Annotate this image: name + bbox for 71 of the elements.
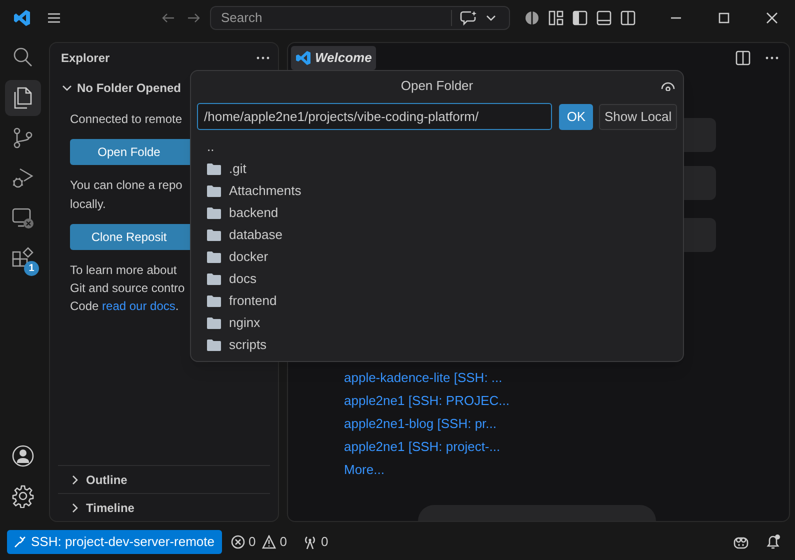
info-text: You can clone a repo locally.: [70, 177, 182, 213]
eye-icon[interactable]: [661, 81, 675, 91]
play-bug-icon: [11, 166, 35, 190]
settings-icon: [11, 484, 35, 508]
chevron-down-icon[interactable]: [62, 83, 72, 93]
ok-button[interactable]: OK: [559, 104, 594, 130]
ports-status[interactable]: 0: [302, 532, 328, 552]
folder-icon: [207, 317, 221, 329]
maximize-icon[interactable]: [718, 12, 730, 24]
layout-panels-icon[interactable]: [548, 10, 564, 26]
forward-arrow-icon[interactable]: [187, 12, 201, 24]
chevron-down-icon[interactable]: [486, 13, 496, 23]
section-header[interactable]: Timeline: [58, 493, 270, 521]
dialog-title: Open Folder: [400, 77, 474, 96]
folder-list-item[interactable]: backend: [191, 202, 683, 224]
folder-list-item[interactable]: Attachments: [191, 180, 683, 202]
panel-toggle-icon[interactable]: [596, 10, 612, 26]
folder-list-item[interactable]: docs: [191, 268, 683, 290]
app-logo-icon: [295, 50, 311, 66]
sidebar-toggle-icon[interactable]: [572, 10, 588, 26]
monitor-remote-icon: [11, 206, 35, 230]
account-icon: [11, 444, 35, 468]
folder-icon: [207, 273, 221, 285]
error-icon: [230, 535, 244, 549]
menu-icon[interactable]: [47, 12, 61, 24]
remote-icon: [14, 536, 26, 548]
folder-icon: [207, 339, 221, 351]
more-link[interactable]: More...: [344, 458, 510, 481]
chevron-right-icon[interactable]: [70, 474, 80, 484]
antenna-icon: [302, 535, 317, 549]
command-center-bar[interactable]: Search: [210, 6, 510, 30]
activity-explorer-button[interactable]: [5, 80, 41, 116]
folder-list-item[interactable]: frontend: [191, 290, 683, 312]
section-header[interactable]: No Folder Opened: [50, 73, 278, 103]
folder-icon: [207, 295, 221, 307]
secondary-sidebar-icon[interactable]: [620, 10, 636, 26]
warning-icon: [262, 535, 276, 549]
sidebar-title: Explorer: [61, 50, 110, 67]
back-arrow-icon[interactable]: [161, 12, 175, 24]
remote-status-button[interactable]: SSH: project-dev-server-remote: [7, 530, 222, 554]
recent-project-link[interactable]: apple2ne1-blog [SSH: pr...: [344, 412, 510, 435]
info-text: Connected to remote: [70, 111, 182, 128]
split-editor-icon[interactable]: [735, 50, 751, 66]
info-text: To learn more about Git and source contro Code read our docs.: [70, 262, 185, 315]
branch-icon: [11, 126, 35, 150]
editor-tab[interactable]: Welcome: [291, 46, 376, 70]
more-actions-icon[interactable]: [256, 56, 270, 60]
more-actions-icon[interactable]: [765, 56, 779, 60]
app-logo-icon: [13, 9, 31, 27]
chevron-right-icon[interactable]: [70, 502, 80, 512]
notification-badge: 1: [24, 261, 39, 276]
chat-sparkle-icon[interactable]: [460, 10, 478, 26]
recent-project-link[interactable]: apple2ne1 [SSH: project-...: [344, 435, 510, 458]
folder-icon: [207, 207, 221, 219]
show-local-button[interactable]: Show Local: [599, 104, 677, 130]
recent-project-link[interactable]: apple2ne1 [SSH: PROJEC...: [344, 389, 510, 412]
search-field[interactable]: Search: [211, 8, 451, 28]
docs-link[interactable]: read our docs: [102, 299, 176, 313]
section-header[interactable]: Outline: [58, 465, 270, 493]
folder-icon: [207, 251, 221, 263]
folder-icon: [207, 163, 221, 175]
recent-project-link[interactable]: apple-kadence-lite [SSH: ...: [344, 366, 510, 389]
close-icon[interactable]: [766, 12, 778, 24]
path-input-field[interactable]: /home/apple2ne1/projects/vibe-coding-platform/: [197, 103, 552, 130]
problems-status[interactable]: 0 0: [230, 532, 287, 552]
folder-list-item[interactable]: nginx: [191, 312, 683, 334]
folder-list-item[interactable]: scripts: [191, 334, 683, 356]
activity-extensions-button[interactable]: 1: [5, 240, 41, 276]
folder-icon: [207, 229, 221, 241]
folder-icon: [207, 185, 221, 197]
notification-bell-icon[interactable]: [765, 534, 781, 550]
